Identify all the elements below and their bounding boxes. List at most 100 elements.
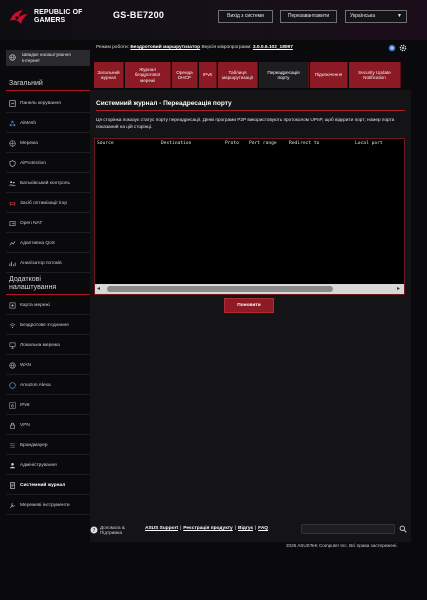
- settings-gear-icon[interactable]: [399, 44, 407, 52]
- sidebar-item-firewall[interactable]: Брандмауер: [6, 436, 90, 455]
- sidebar-item-wireless[interactable]: Бездротове з'єднання: [6, 316, 90, 335]
- mode-link[interactable]: Бездротовий маршрутизатор: [130, 45, 200, 50]
- log-column-header: Redirect to: [289, 141, 320, 146]
- brand-line2: GAMERS: [34, 17, 66, 24]
- log-column-header: Proto: [225, 141, 239, 146]
- sidebar-item-label: Open NAT: [20, 221, 43, 226]
- sidebar-item-label: Мережеві інструменти: [20, 503, 70, 508]
- sidebar-item-label: IPv6: [20, 403, 30, 408]
- content-panel: Системний журнал - Переадресація порту Ц…: [90, 90, 411, 542]
- sidebar-item-mesh[interactable]: AiMesh: [6, 114, 90, 133]
- sidebar-item-qos[interactable]: Адаптивна QoS: [6, 234, 90, 253]
- scrollbar-thumb[interactable]: [107, 286, 333, 292]
- sidebar-item-family[interactable]: Батьківський контроль: [6, 174, 90, 193]
- logout-button[interactable]: Вихід з системи: [218, 10, 273, 23]
- sidebar-item-vpn[interactable]: VPN: [6, 416, 90, 435]
- footer: ? Допомога & Підтримка ASUS Support | Реєс…: [90, 522, 411, 554]
- mesh-icon: [9, 120, 16, 127]
- shield-icon: [9, 160, 16, 167]
- scroll-right-arrow-icon[interactable]: ▸: [397, 285, 400, 292]
- sidebar-item-dashboard[interactable]: Панель керування: [6, 94, 90, 113]
- sidebar-item-label: WAN: [20, 363, 32, 368]
- sidebar-item-label: Мережа: [20, 141, 38, 146]
- tab-3[interactable]: IPv6: [199, 62, 217, 88]
- help-support-link[interactable]: Допомога & Підтримка: [100, 525, 125, 535]
- link-separator: |: [254, 526, 257, 531]
- rog-logo-icon[interactable]: [8, 6, 30, 28]
- sidebar-item-map[interactable]: Карта мережі: [6, 296, 90, 315]
- log-icon: [9, 482, 16, 489]
- section-general-title: Загальний: [9, 80, 43, 87]
- sidebar-item-nat[interactable]: Open NAT: [6, 214, 90, 233]
- link-separator: |: [180, 526, 182, 531]
- log-column-header: Source: [97, 141, 114, 146]
- log-column-header: Local port: [355, 141, 383, 146]
- footer-link[interactable]: Відгук: [238, 526, 253, 531]
- brand-name: REPUBLIC OF GAMERS: [34, 9, 83, 25]
- section-divider: [6, 90, 90, 91]
- sidebar-item-tools[interactable]: Мережеві інструменти: [6, 496, 90, 515]
- tools-icon: [9, 502, 16, 509]
- sidebar-item-label: Системний журнал: [20, 483, 66, 488]
- section-divider: [6, 294, 90, 295]
- sidebar-item-analyzer[interactable]: Аналізатор потоків: [6, 254, 90, 273]
- brand-line1: REPUBLIC OF: [34, 9, 83, 16]
- footer-link[interactable]: ASUS Support: [145, 526, 178, 531]
- tab-0[interactable]: Загальний журнал: [94, 62, 124, 88]
- section-advanced-title: Додаткові налаштування: [9, 276, 57, 291]
- link-separator: |: [234, 526, 236, 531]
- copyright-text: 2026 ASUSTeK Computer Inc. Всі права зас…: [286, 543, 398, 548]
- language-value: Українська: [350, 13, 376, 19]
- sidebar-item-lan[interactable]: Локальна мережа: [6, 336, 90, 355]
- network-status-icon[interactable]: [388, 44, 396, 52]
- network-icon: [9, 140, 16, 147]
- sidebar-item-label: VPN: [20, 423, 30, 428]
- horizontal-scrollbar[interactable]: ◂ ▸: [95, 284, 404, 294]
- language-select[interactable]: Українська ▼: [345, 10, 407, 23]
- sidebar-item-label: Брандмауер: [20, 443, 48, 448]
- footer-links: ASUS Support | Реєстрація продукту | Відгук |…: [145, 526, 268, 531]
- sidebar-item-admin[interactable]: Адміністрування: [6, 456, 90, 475]
- sidebar-item-label: Засіб оптимізації ігор: [20, 201, 68, 206]
- help-icon[interactable]: ?: [90, 526, 98, 534]
- help-line2: Підтримка: [100, 530, 123, 535]
- ipv6-icon: 6: [9, 402, 16, 409]
- reboot-button[interactable]: Перезавантажити: [280, 10, 337, 23]
- model-name: GS-BE7200: [113, 10, 165, 20]
- top-header: REPUBLIC OF GAMERS GS-BE7200 Вихід з сис…: [0, 0, 427, 40]
- footer-search-input[interactable]: [301, 524, 395, 534]
- sidebar-item-alexa[interactable]: Amazon Alexa: [6, 376, 90, 395]
- sidebar-item-globe[interactable]: WAN: [6, 356, 90, 375]
- sidebar-item-network[interactable]: Мережа: [6, 134, 90, 153]
- sidebar-item-label: Аналізатор потоків: [20, 261, 62, 266]
- firmware-link[interactable]: 3.0.0.6.102_18097: [253, 45, 293, 50]
- analyzer-icon: [9, 260, 16, 267]
- scroll-left-arrow-icon[interactable]: ◂: [97, 285, 100, 292]
- refresh-button[interactable]: Поновити: [224, 298, 274, 313]
- gamepad-icon: [9, 200, 16, 207]
- tab-1[interactable]: Журнал бездротової мережі: [125, 62, 171, 88]
- port-forward-log[interactable]: Source Destination Proto Port range Redirect…: [94, 138, 405, 295]
- tab-2[interactable]: Оренда DHCP: [172, 62, 198, 88]
- status-line: Режим роботи: Бездротовий маршрутизатор …: [96, 45, 293, 50]
- footer-link[interactable]: Реєстрація продукту: [183, 526, 232, 531]
- admin-icon: [9, 462, 16, 469]
- sidebar-item-gamepad[interactable]: Засіб оптимізації ігор: [6, 194, 90, 213]
- sidebar-item-label: Адаптивна QoS: [20, 241, 55, 246]
- sidebar-item-log[interactable]: Системний журнал: [6, 476, 90, 495]
- log-column-header: Port range: [249, 141, 277, 146]
- search-icon[interactable]: [399, 525, 407, 533]
- sidebar-item-ipv6[interactable]: 6 IPv6: [6, 396, 90, 415]
- sidebar-item-label: Панель керування: [20, 101, 61, 106]
- sidebar: Швидке налаштування Інтернет Загальний П…: [6, 48, 90, 516]
- tab-4[interactable]: Таблиця маршрутизації: [218, 62, 258, 88]
- svg-text:?: ?: [93, 528, 96, 534]
- quick-setup-button[interactable]: Швидке налаштування Інтернет: [6, 50, 90, 66]
- tab-5[interactable]: Переадресація порту: [259, 62, 309, 88]
- sidebar-item-label: Бездротове з'єднання: [20, 323, 69, 328]
- tab-7[interactable]: Security Update Notification: [349, 62, 401, 88]
- footer-link[interactable]: FAQ: [258, 526, 268, 531]
- sidebar-item-label: Локальна мережа: [20, 343, 60, 348]
- sidebar-item-shield[interactable]: AiProtection: [6, 154, 90, 173]
- tab-6[interactable]: Підключення: [310, 62, 348, 88]
